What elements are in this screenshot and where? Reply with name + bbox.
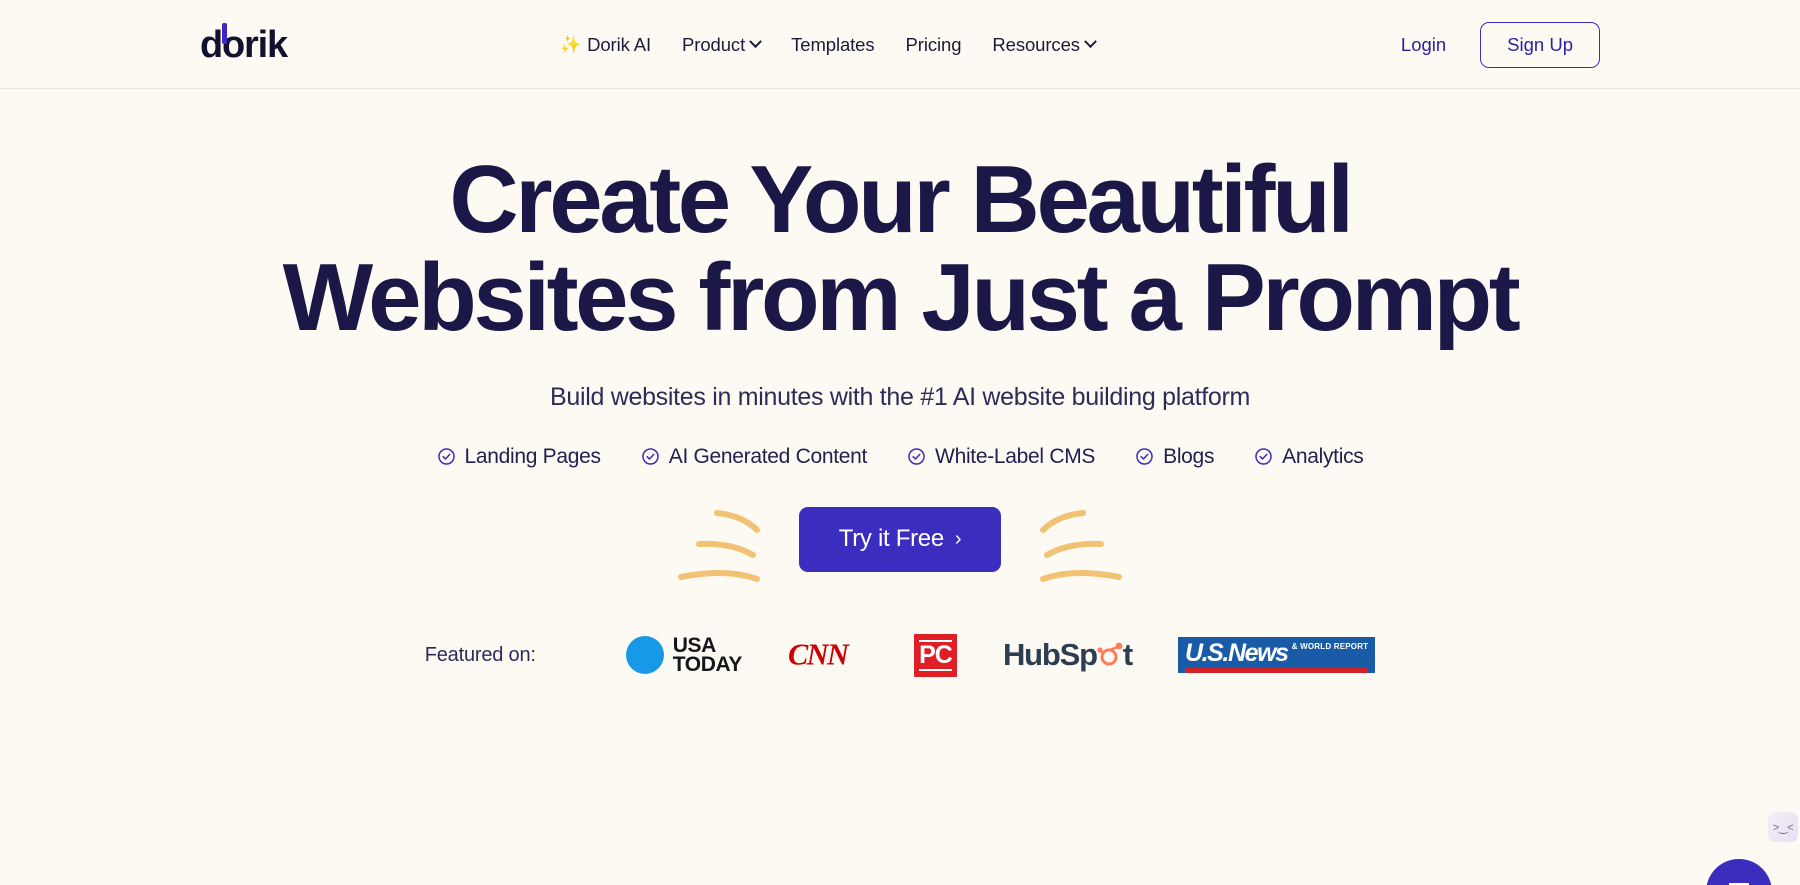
featured-on-section: Featured on: USA TODAY CNN PC HubSp t U.… — [0, 633, 1800, 677]
us-news-logo: U.S.News & WORLD REPORT — [1177, 637, 1376, 674]
page-title: Create Your Beautiful Websites from Just… — [0, 151, 1800, 347]
check-circle-icon — [437, 448, 455, 466]
nav-item-product[interactable]: Product — [682, 33, 762, 56]
usa-today-line-2: TODAY — [672, 653, 743, 677]
feature-label: Landing Pages — [464, 444, 602, 468]
feature-label: AI Generated Content — [668, 444, 868, 468]
logo-accent-mark — [222, 23, 227, 44]
check-circle-icon — [1255, 448, 1272, 466]
pc-magazine-logo: PC — [913, 633, 957, 677]
logo-text-before: d — [200, 24, 223, 66]
hubspot-sprocket-icon — [1097, 642, 1123, 666]
logo-text-after: orik — [222, 24, 288, 66]
feature-label: White-Label CMS — [935, 444, 1096, 468]
feature-label: Blogs — [1163, 444, 1215, 468]
hubspot-wordmark-part1: HubSp — [1002, 637, 1098, 673]
side-tab-widget[interactable]: >‿< — [1768, 812, 1798, 842]
hubspot-logo: HubSp t — [1002, 637, 1133, 673]
login-link[interactable]: Login — [1401, 34, 1446, 56]
nav-item-label: Pricing — [905, 33, 962, 55]
usa-today-wordmark: USA TODAY — [672, 635, 743, 677]
main-navigation: ✨ Dorik AI Product Templates Pricing Res… — [560, 0, 1097, 89]
nav-item-templates[interactable]: Templates — [791, 33, 875, 56]
hubspot-wordmark-part2: t — [1122, 637, 1133, 673]
nav-item-dorik-ai[interactable]: ✨ Dorik AI — [560, 34, 651, 56]
us-news-red-bar — [1184, 668, 1369, 674]
chevron-right-icon: › — [954, 527, 962, 550]
check-circle-icon — [1136, 448, 1153, 466]
chat-widget-button[interactable] — [1706, 859, 1772, 885]
cta-label: Try it Free — [838, 525, 944, 553]
usa-today-logo: USA TODAY — [625, 635, 743, 677]
chevron-down-icon — [749, 35, 762, 49]
feature-item-white-label-cms: White-Label CMS — [907, 445, 1095, 469]
headline-line-2: Websites from Just a Prompt — [282, 243, 1521, 351]
hero-section: Create Your Beautiful Websites from Just… — [0, 151, 1800, 885]
chevron-down-icon — [1084, 35, 1097, 49]
signup-button[interactable]: Sign Up — [1480, 21, 1600, 68]
decorative-arcs-right — [1040, 509, 1122, 582]
pc-magazine-wordmark: PC — [919, 639, 953, 671]
decorative-arcs-left — [678, 509, 760, 582]
chat-bubble-icon — [1729, 883, 1749, 885]
feature-label: Analytics — [1282, 444, 1364, 468]
nav-item-label: Product — [682, 33, 746, 55]
check-circle-icon — [908, 448, 925, 466]
cta-container: Try it Free › — [0, 506, 1800, 582]
feature-item-analytics: Analytics — [1254, 444, 1364, 469]
svg-text:CNN: CNN — [788, 638, 850, 672]
feature-item-ai-generated-content: AI Generated Content — [641, 445, 867, 469]
us-news-wordmark: U.S.News — [1184, 639, 1289, 668]
nav-item-label: Resources — [992, 33, 1080, 55]
site-header: d orik ✨ Dorik AI Product Templates Prici… — [0, 0, 1800, 89]
usa-today-circle-icon — [625, 636, 664, 675]
feature-list: Landing Pages AI Generated Content White… — [0, 445, 1800, 469]
nav-item-label: Templates — [791, 33, 875, 55]
hero-subtitle: Build websites in minutes with the #1 AI… — [549, 382, 1251, 411]
featured-on-label: Featured on: — [424, 643, 536, 666]
nav-item-resources[interactable]: Resources — [992, 33, 1097, 56]
auth-actions: Login Sign Up — [1401, 0, 1600, 89]
nav-item-label: Dorik AI — [587, 33, 652, 55]
headline-line-1: Create Your Beautiful — [449, 146, 1354, 253]
us-news-top-row: U.S.News & WORLD REPORT — [1184, 639, 1369, 668]
feature-item-blogs: Blogs — [1135, 445, 1214, 469]
check-circle-icon — [641, 448, 659, 466]
nav-item-pricing[interactable]: Pricing — [906, 34, 962, 56]
sparkle-icon: ✨ — [560, 34, 582, 54]
us-news-tagline: & WORLD REPORT — [1291, 642, 1369, 652]
feature-item-landing-pages: Landing Pages — [437, 445, 601, 469]
try-it-free-button[interactable]: Try it Free › — [798, 506, 1002, 572]
cnn-logo: CNN — [788, 638, 852, 672]
dorik-logo[interactable]: d orik — [200, 23, 288, 66]
